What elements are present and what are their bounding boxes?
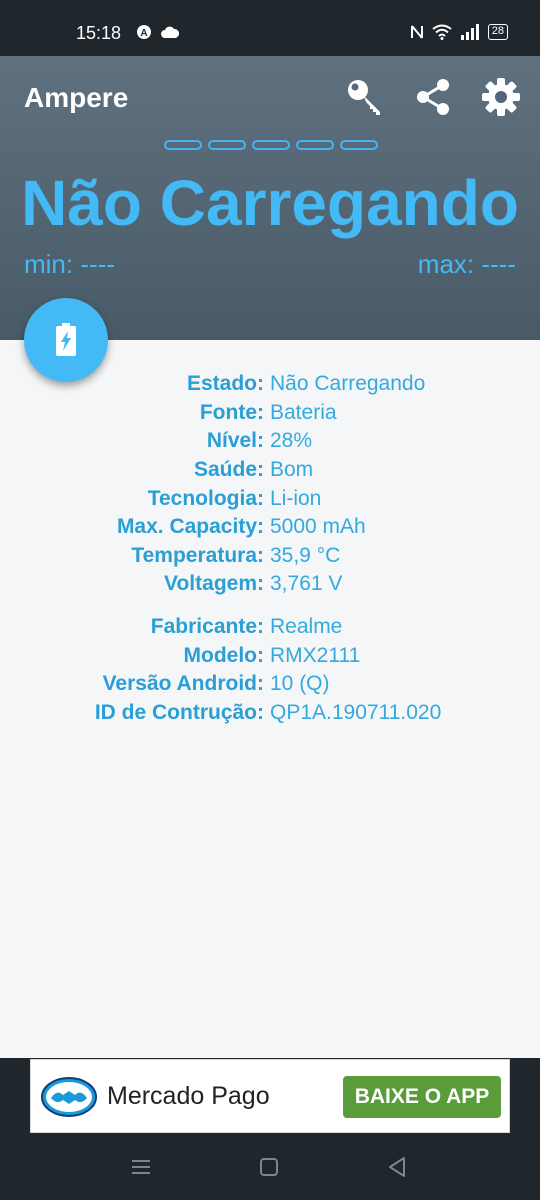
- info-row-fabricante: Fabricante: Realme: [0, 613, 540, 642]
- info-value: Bateria: [270, 400, 337, 424]
- info-row-nivel: Nível: 28%: [0, 427, 540, 456]
- info-row-max-capacity: Max. Capacity: 5000 mAh: [0, 513, 540, 542]
- battery-icon: 28: [487, 24, 508, 40]
- level-dash: [340, 140, 378, 150]
- cloud-icon: [161, 26, 180, 38]
- ad-brand-name: Mercado Pago: [107, 1082, 270, 1110]
- battery-fab-button[interactable]: [24, 298, 108, 382]
- info-label: Max. Capacity:: [116, 515, 264, 539]
- info-label: ID de Contrução:: [94, 700, 264, 724]
- info-value: 3,761 V: [270, 572, 343, 596]
- info-value: Bom: [270, 458, 314, 482]
- back-button[interactable]: [384, 1154, 410, 1180]
- info-row-saude: Saúde: Bom: [0, 456, 540, 485]
- max-current: max: ----: [417, 249, 516, 279]
- info-row-temperatura: Temperatura: 35,9 °C: [0, 542, 540, 571]
- info-label: Versão Android:: [102, 672, 264, 696]
- key-icon: [348, 80, 380, 115]
- info-label: Fabricante:: [150, 615, 264, 639]
- info-value: 10 (Q): [270, 672, 330, 696]
- level-dash: [296, 140, 334, 150]
- info-label: Voltagem:: [164, 572, 264, 596]
- info-value: Não Carregando: [270, 372, 426, 396]
- wifi-icon: [432, 24, 452, 40]
- settings-button[interactable]: [478, 74, 524, 120]
- level-dash: [208, 140, 246, 150]
- info-label: Modelo:: [183, 643, 264, 667]
- share-button[interactable]: [410, 74, 456, 120]
- charging-status-title: Não Carregando: [21, 167, 519, 239]
- signal-icon: [460, 24, 479, 40]
- ad-cta-button[interactable]: BAIXE O APP: [343, 1076, 501, 1118]
- level-dash: [164, 140, 202, 150]
- key-button[interactable]: [342, 74, 388, 120]
- info-label: Tecnologia:: [147, 486, 264, 510]
- info-row-fonte: Fonte: Bateria: [0, 399, 540, 428]
- info-label: Nível:: [206, 429, 264, 453]
- info-label: Temperatura:: [131, 543, 264, 567]
- app-title: Ampere: [24, 82, 129, 113]
- header: Ampere Não Carregando min: ---- max: ---…: [0, 56, 540, 340]
- a-circle-icon: A: [137, 25, 151, 39]
- battery-info-list: Estado: Não Carregando Fonte: Bateria Ní…: [0, 370, 540, 727]
- settings-icon: [482, 78, 520, 116]
- info-row-modelo: Modelo: RMX2111: [0, 641, 540, 670]
- info-value: 35,9 °C: [270, 543, 341, 567]
- status-bar: 15:18 A 28: [0, 0, 540, 56]
- mercado-pago-logo-icon: [41, 1077, 97, 1117]
- info-row-voltagem: Voltagem: 3,761 V: [0, 570, 540, 599]
- info-value: RMX2111: [270, 643, 361, 667]
- nfc-icon: [410, 25, 423, 39]
- battery-charging-icon: [56, 323, 76, 356]
- status-time: 15:18: [76, 23, 122, 43]
- info-row-tecnologia: Tecnologia: Li-ion: [0, 484, 540, 513]
- home-button[interactable]: [256, 1154, 282, 1180]
- back-triangle-icon: [389, 1157, 405, 1177]
- home-square-icon: [260, 1158, 278, 1176]
- ad-banner[interactable]: Mercado Pago BAIXE O APP: [30, 1059, 510, 1133]
- info-value: QP1A.190711.020: [270, 700, 442, 724]
- info-value: 28%: [270, 429, 313, 453]
- info-row-build-id: ID de Contrução: QP1A.190711.020: [0, 699, 540, 728]
- charge-level-dashes: [164, 140, 378, 150]
- info-label: Saúde:: [193, 458, 264, 482]
- info-label: Fonte:: [199, 400, 264, 424]
- share-icon: [417, 79, 449, 115]
- info-value: Realme: [270, 615, 343, 639]
- system-nav-bar: [0, 1134, 540, 1200]
- recent-apps-button[interactable]: [128, 1154, 154, 1180]
- level-dash: [252, 140, 290, 150]
- menu-icon: [132, 1160, 150, 1174]
- info-value: Li-ion: [270, 486, 322, 510]
- info-value: 5000 mAh: [270, 515, 366, 539]
- info-row-versao-android: Versão Android: 10 (Q): [0, 670, 540, 699]
- min-current: min: ----: [24, 249, 115, 279]
- svg-text:A: A: [140, 28, 147, 39]
- info-label: Estado:: [186, 372, 264, 396]
